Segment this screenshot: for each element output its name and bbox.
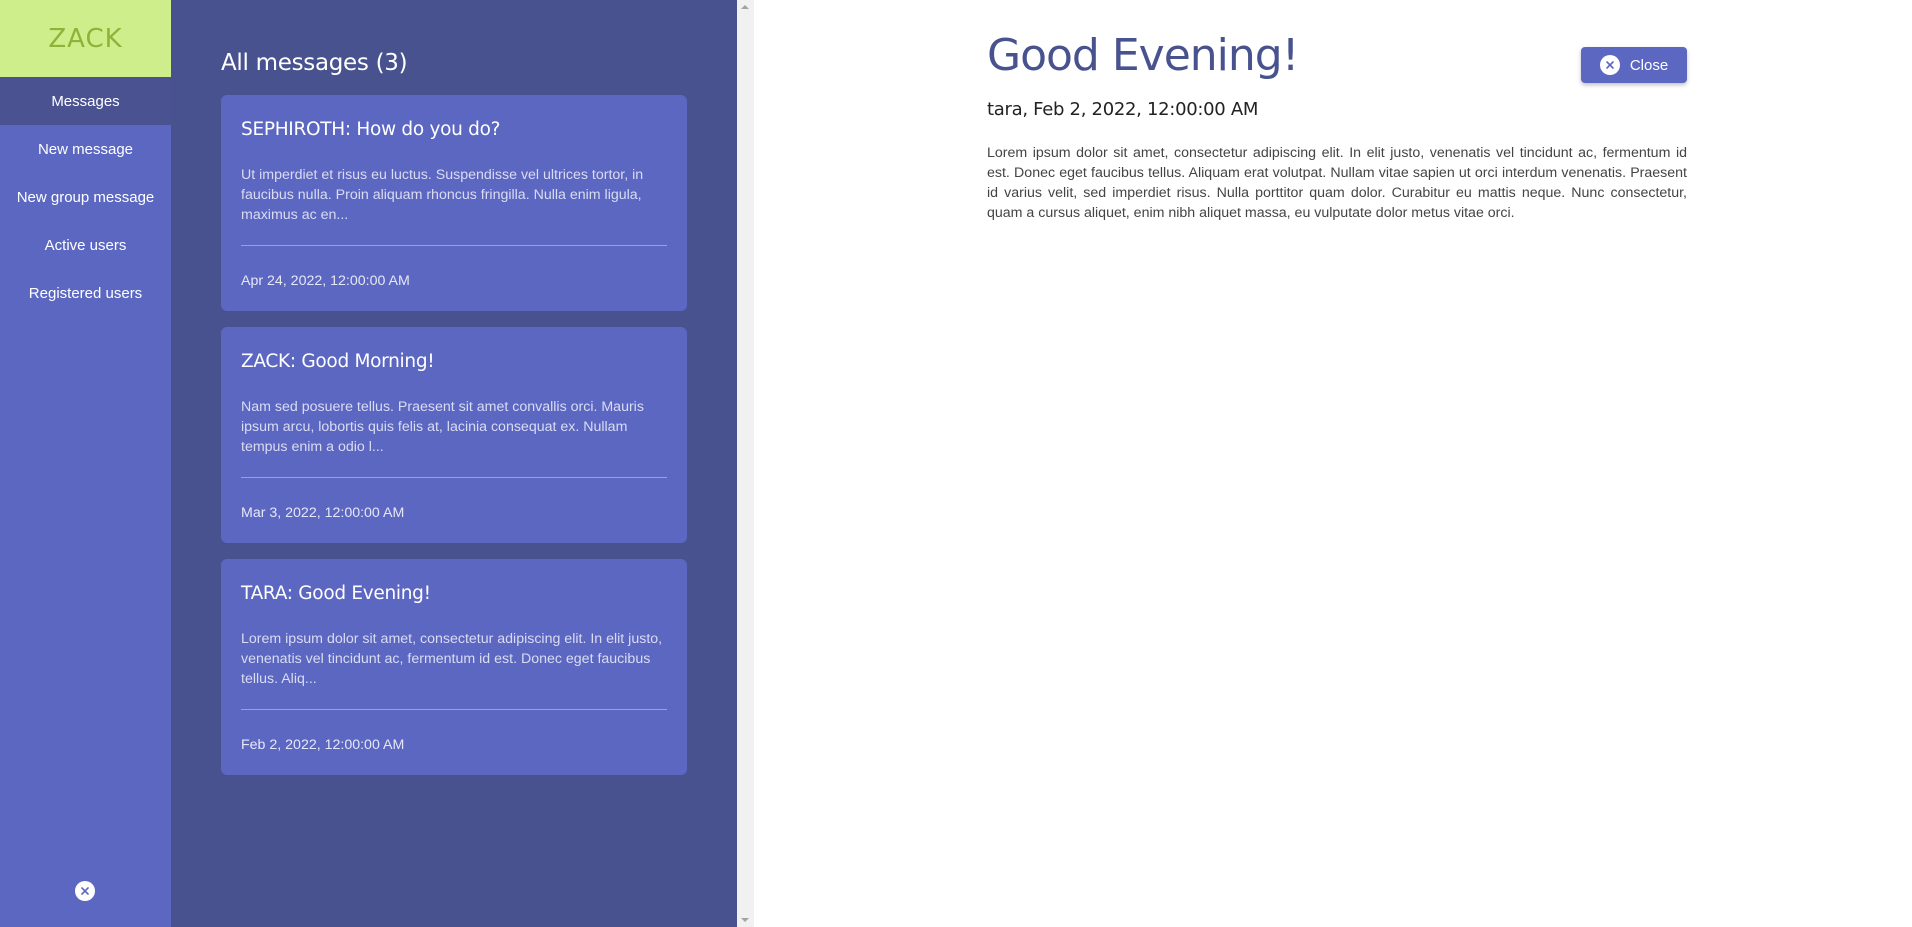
message-title: ZACK: Good Morning! <box>241 351 435 372</box>
scroll-down-arrow-icon[interactable] <box>741 918 749 922</box>
message-preview: Ut imperdiet et risus eu luctus. Suspend… <box>241 167 644 223</box>
message-card[interactable]: TARA: Good Evening! Lorem ipsum dolor si… <box>221 559 687 775</box>
message-card[interactable]: SEPHIROTH: How do you do? Ut imperdiet e… <box>221 95 687 311</box>
divider <box>241 477 667 478</box>
sidebar-item-active-users[interactable]: Active users <box>0 221 171 269</box>
message-preview: Nam sed posuere tellus. Praesent sit ame… <box>241 399 644 455</box>
message-detail-body: Lorem ipsum dolor sit amet, consectetur … <box>987 145 1687 221</box>
sidebar-nav: Messages New message New group message A… <box>0 77 171 317</box>
message-date: Feb 2, 2022, 12:00:00 AM <box>241 737 405 753</box>
close-button-label: Close <box>1629 56 1669 74</box>
sidebar-item-new-message[interactable]: New message <box>0 125 171 173</box>
list-title: All messages (3) <box>221 50 408 76</box>
message-title: TARA: Good Evening! <box>241 583 431 604</box>
sidebar-item-new-group-message[interactable]: New group message <box>0 173 171 221</box>
message-preview: Lorem ipsum dolor sit amet, consectetur … <box>241 631 663 687</box>
sidebar: ZACK Messages New message New group mess… <box>0 0 171 927</box>
divider <box>241 245 667 246</box>
message-card[interactable]: ZACK: Good Morning! Nam sed posuere tell… <box>221 327 687 543</box>
message-list-panel: All messages (3) SEPHIROTH: How do you d… <box>171 0 737 927</box>
scrollbar[interactable] <box>737 0 754 927</box>
sidebar-item-registered-users[interactable]: Registered users <box>0 269 171 317</box>
message-date: Apr 24, 2022, 12:00:00 AM <box>241 273 410 289</box>
message-detail-meta: tara, Feb 2, 2022, 12:00:00 AM <box>987 99 1259 120</box>
close-button[interactable]: Close <box>1581 47 1687 83</box>
sidebar-item-messages[interactable]: Messages <box>0 77 171 125</box>
divider <box>241 709 667 710</box>
logo-text: ZACK <box>48 23 123 54</box>
logo: ZACK <box>0 0 171 77</box>
scroll-up-arrow-icon[interactable] <box>741 5 749 9</box>
close-icon[interactable] <box>75 881 95 901</box>
message-date: Mar 3, 2022, 12:00:00 AM <box>241 505 405 521</box>
close-icon <box>1599 55 1620 75</box>
message-title: SEPHIROTH: How do you do? <box>241 119 501 140</box>
message-detail-title: Good Evening! <box>987 30 1299 81</box>
